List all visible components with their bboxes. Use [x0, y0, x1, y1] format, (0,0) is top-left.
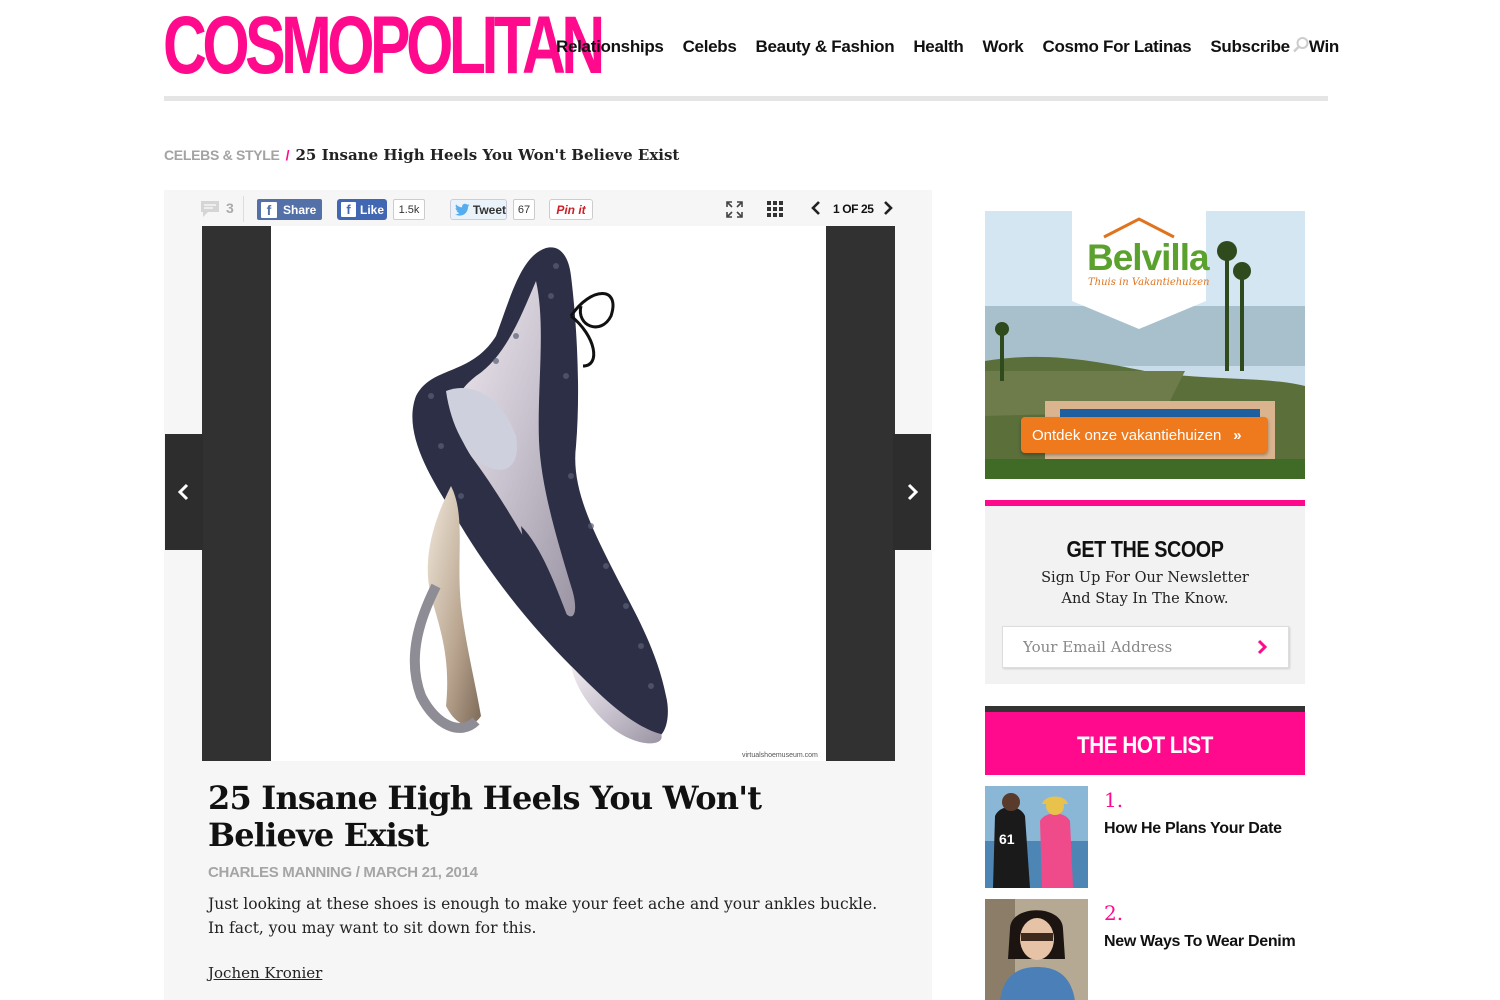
nav-subscribe[interactable]: Subscribe — [1210, 37, 1290, 57]
facebook-share-label: Share — [283, 202, 317, 217]
newsletter-signup: GET THE SCOOP Sign Up For Our Newsletter… — [985, 500, 1305, 684]
article-dek: Just looking at these shoes is enough to… — [208, 895, 878, 937]
image-watermark: virtualshoemuseum.com — [742, 752, 818, 759]
ad-tagline: Thuis in Vakantiehuizen — [1088, 277, 1210, 288]
svg-text:61: 61 — [999, 831, 1015, 847]
hotlist-item-title[interactable]: How He Plans Your Date — [1104, 820, 1282, 838]
tweet-button[interactable]: Tweet — [450, 199, 507, 220]
hotlist-item-title[interactable]: New Ways To Wear Denim — [1104, 933, 1296, 951]
thumbnail-grid-icon[interactable] — [767, 201, 783, 217]
breadcrumb-title: 25 Insane High Heels You Won't Believe E… — [295, 146, 680, 164]
double-chevron-right-icon: » — [1233, 426, 1242, 444]
nav-relationships[interactable]: Relationships — [556, 37, 664, 57]
next-slide-button[interactable] — [893, 434, 931, 550]
hotlist-heading: THE HOT LIST — [1077, 732, 1213, 759]
ad-cta-label: Ontdek onze vakantiehuizen — [1032, 426, 1222, 444]
nav-work[interactable]: Work — [982, 37, 1023, 57]
search-icon[interactable] — [1292, 36, 1310, 54]
slide-image-heel — [271, 226, 826, 761]
slide-counter: 1 OF 25 — [833, 202, 874, 216]
newsletter-form — [1002, 626, 1289, 668]
facebook-like-button[interactable]: f Like — [337, 199, 387, 220]
hotlist-item[interactable]: 2. New Ways To Wear Denim — [985, 899, 1305, 1000]
hotlist-thumbnail[interactable]: 61 — [985, 786, 1088, 888]
header-divider — [164, 96, 1328, 101]
ad-cta-button[interactable]: Ontdek onze vakantiehuizen » — [1021, 417, 1268, 453]
facebook-like-count: 1.5k — [393, 199, 425, 220]
hotlist-rank: 1. — [1104, 788, 1124, 812]
hotlist-item[interactable]: 61 1. How He Plans Your Date — [985, 786, 1305, 888]
submit-arrow-icon[interactable] — [1254, 638, 1270, 656]
hotlist-rank: 2. — [1104, 901, 1124, 925]
next-slide-small-icon[interactable] — [882, 199, 894, 217]
heel-illustration — [409, 247, 668, 744]
article-title: 25 Insane High Heels You Won't Believe E… — [208, 779, 762, 854]
tweet-count: 67 — [513, 199, 535, 220]
breadcrumb-separator: / — [285, 147, 290, 163]
gallery-toolbar: 3 f Share f Like 1.5k Tweet 67 Pin it 1 … — [200, 196, 900, 222]
comment-count[interactable]: 3 — [226, 200, 234, 216]
cosmopolitan-logo[interactable]: COSMOPOLITAN — [163, 5, 605, 87]
pin-it-button[interactable]: Pin it — [549, 199, 593, 220]
hotlist-thumbnail[interactable] — [985, 899, 1088, 1000]
previous-slide-small-icon[interactable] — [810, 199, 822, 217]
photo-credit-link[interactable]: Jochen Kronier — [208, 964, 322, 982]
newsletter-heading: GET THE SCOOP — [1066, 536, 1224, 562]
comment-icon[interactable] — [200, 200, 220, 218]
belvilla-ad[interactable]: Belvilla Thuis in Vakantiehuizen Ontdek … — [985, 211, 1305, 479]
nav-cosmo-for-latinas[interactable]: Cosmo For Latinas — [1042, 37, 1191, 57]
main-nav: Relationships Celebs Beauty & Fashion He… — [556, 36, 1358, 58]
denim-photo — [985, 899, 1088, 1000]
nav-health[interactable]: Health — [913, 37, 963, 57]
nav-celebs[interactable]: Celebs — [683, 37, 737, 57]
breadcrumb-section[interactable]: CELEBS & STYLE — [164, 147, 280, 163]
newsletter-subtext: Sign Up For Our Newsletter And Stay In T… — [1041, 570, 1249, 607]
facebook-icon: f — [341, 202, 356, 217]
fullscreen-icon[interactable] — [726, 201, 743, 218]
chevron-right-icon — [907, 483, 919, 501]
article-byline: CHARLES MANNING / MARCH 21, 2014 — [208, 864, 478, 881]
facebook-share-button[interactable]: f Share — [257, 199, 322, 220]
couple-photo: 61 — [985, 786, 1088, 888]
nav-win[interactable]: Win — [1309, 37, 1339, 57]
facebook-like-label: Like — [360, 202, 385, 217]
email-field[interactable] — [1003, 627, 1253, 667]
ad-brand: Belvilla — [1087, 237, 1210, 278]
facebook-icon: f — [261, 201, 277, 218]
toolbar-divider — [243, 196, 244, 222]
chevron-left-icon — [177, 483, 189, 501]
breadcrumb: CELEBS & STYLE / 25 Insane High Heels You … — [164, 146, 679, 164]
hotlist-header: THE HOT LIST — [985, 706, 1305, 775]
twitter-bird-icon — [455, 203, 470, 216]
previous-slide-button[interactable] — [165, 434, 203, 550]
nav-beauty-fashion[interactable]: Beauty & Fashion — [756, 37, 895, 57]
tweet-label: Tweet — [472, 202, 506, 217]
